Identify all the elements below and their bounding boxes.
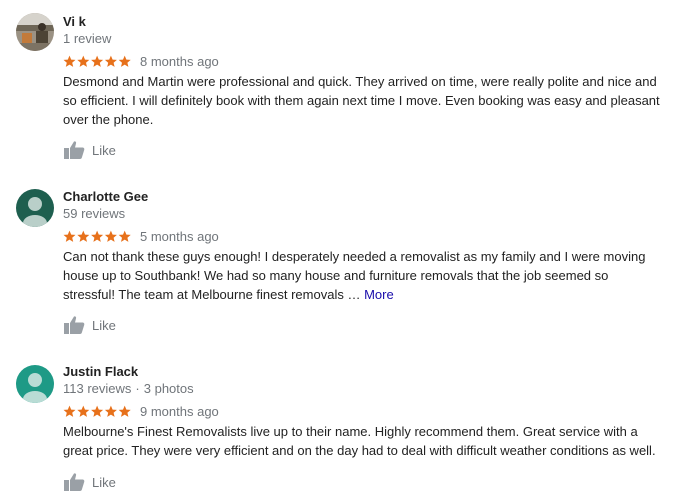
like-button[interactable]: Like [63, 140, 116, 160]
star-icon [104, 230, 117, 242]
more-link[interactable]: More [364, 287, 394, 302]
star-rating [63, 55, 133, 68]
star-icon [91, 230, 104, 242]
review-time: 8 months ago [140, 54, 219, 69]
thumbs-up-icon [63, 472, 92, 492]
review-text-content: Can not thank these guys enough! I despe… [63, 249, 646, 302]
person-icon [16, 189, 54, 227]
like-button[interactable]: Like [63, 472, 116, 492]
star-icon [118, 230, 131, 242]
reviewer-name[interactable]: Vi k [63, 14, 86, 29]
review-text: Can not thank these guys enough! I despe… [63, 247, 663, 304]
reviewer-name[interactable]: Charlotte Gee [63, 189, 148, 204]
star-icon [118, 405, 131, 417]
star-icon [118, 55, 131, 67]
like-label: Like [92, 142, 116, 158]
person-icon [16, 365, 54, 403]
star-icon [77, 405, 90, 417]
avatar[interactable] [16, 365, 54, 403]
star-rating [63, 405, 133, 418]
rating-line: 5 months ago [63, 229, 219, 244]
rating-line: 9 months ago [63, 404, 219, 419]
star-icon [91, 405, 104, 417]
review-time: 9 months ago [140, 404, 219, 419]
thumbs-up-icon [63, 140, 92, 160]
reviewer-meta: 1 review [63, 31, 111, 46]
thumbs-up-icon [63, 315, 92, 335]
reviewer-meta: 59 reviews [63, 206, 125, 221]
star-icon [63, 405, 76, 417]
separator-dot: · [135, 381, 140, 396]
star-icon [63, 55, 76, 67]
rating-line: 8 months ago [63, 54, 219, 69]
review-count[interactable]: 1 review [63, 31, 111, 46]
star-rating [63, 230, 133, 243]
star-icon [104, 55, 117, 67]
like-label: Like [92, 317, 116, 333]
like-label: Like [92, 474, 116, 490]
avatar-photo [16, 13, 54, 51]
reviewer-meta: 113 reviews · 3 photos [63, 381, 194, 396]
like-button[interactable]: Like [63, 315, 116, 335]
star-icon [104, 405, 117, 417]
avatar[interactable] [16, 13, 54, 51]
star-icon [91, 55, 104, 67]
star-icon [63, 230, 76, 242]
star-icon [77, 55, 90, 67]
review-count[interactable]: 59 reviews [63, 206, 125, 221]
photo-count[interactable]: 3 photos [144, 381, 194, 396]
review-text-content: Desmond and Martin were professional and… [63, 74, 660, 127]
review-text: Desmond and Martin were professional and… [63, 72, 663, 129]
review-count[interactable]: 113 reviews [63, 381, 131, 396]
review-time: 5 months ago [140, 229, 219, 244]
star-icon [77, 230, 90, 242]
review-text-content: Melbourne's Finest Removalists live up t… [63, 424, 656, 458]
review-text: Melbourne's Finest Removalists live up t… [63, 422, 663, 460]
avatar[interactable] [16, 189, 54, 227]
reviewer-name[interactable]: Justin Flack [63, 364, 138, 379]
